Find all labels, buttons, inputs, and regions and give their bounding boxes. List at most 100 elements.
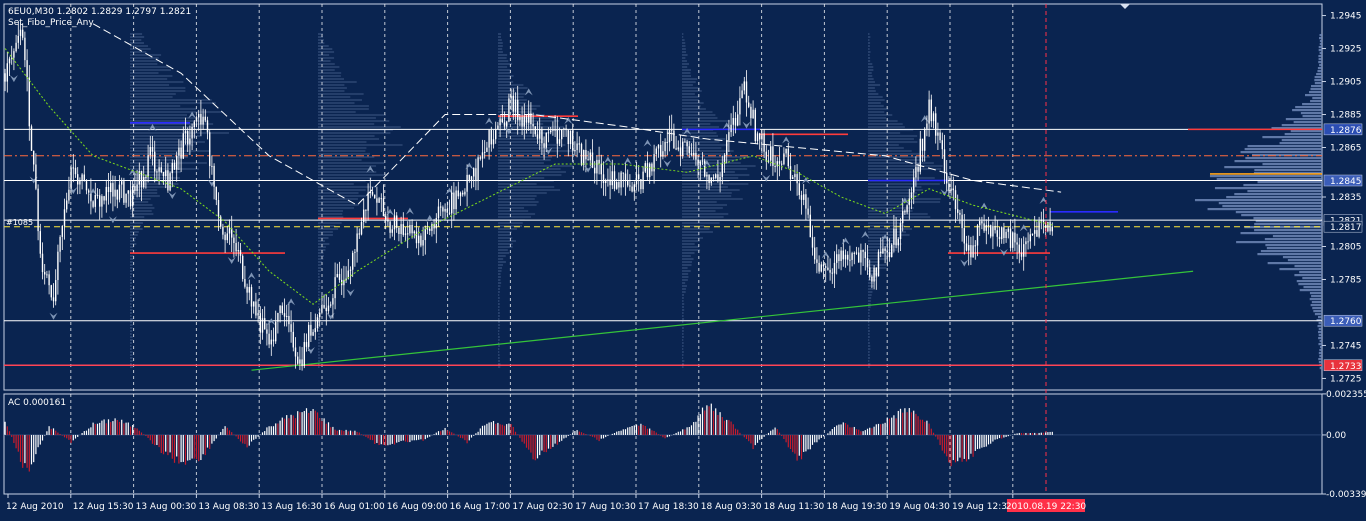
- profile-bar: [1262, 163, 1322, 166]
- price-tick-label: 1.2785: [1330, 275, 1362, 285]
- profile-bar: [1281, 124, 1322, 127]
- profile-bar: [1241, 214, 1322, 217]
- fractal-arrow-icon: [465, 162, 474, 170]
- candle-body: [50, 285, 52, 298]
- profile-bar: [1318, 328, 1322, 331]
- price-tag-label: 1.2817: [1330, 223, 1362, 233]
- candle-body: [532, 124, 534, 127]
- candle-body: [193, 121, 195, 127]
- profile-bar: [1209, 175, 1322, 178]
- profile-bar: [1317, 316, 1322, 319]
- candle-body: [286, 315, 288, 317]
- candle-body: [365, 209, 367, 211]
- candle-body: [378, 198, 380, 203]
- profile-bar: [1267, 262, 1322, 265]
- candle-body: [244, 278, 246, 287]
- candle-body: [789, 166, 792, 179]
- candle-body: [886, 250, 888, 253]
- candle-body: [871, 276, 873, 282]
- candle-body: [213, 165, 215, 187]
- chart-canvas[interactable]: 1.2945 1.2925 1.2905 1.2885 1.2865 1.2835 1.28…: [0, 0, 1366, 517]
- fractal-arrow-icon: [603, 156, 612, 164]
- candle-body: [506, 121, 508, 127]
- ac-histogram: [4, 403, 1053, 472]
- candle-body: [215, 186, 217, 201]
- profile-bar: [1284, 133, 1322, 136]
- profile-bar: [1262, 136, 1322, 139]
- candle-body: [785, 148, 787, 154]
- candle-body: [926, 123, 928, 129]
- profile-bar: [1300, 112, 1322, 115]
- candle-body: [499, 118, 501, 126]
- candle-body: [750, 106, 752, 119]
- scroll-marker-icon: [1120, 4, 1130, 9]
- candle-body: [690, 153, 693, 156]
- candle-body: [954, 190, 957, 210]
- candle-body: [838, 254, 840, 262]
- candle-body: [682, 141, 684, 156]
- candle-body: [655, 148, 657, 155]
- candle-body: [68, 189, 70, 201]
- profile-bar: [1318, 58, 1322, 61]
- candle-body: [330, 304, 332, 306]
- time-tick-label: 12 Aug 15:30: [73, 502, 134, 512]
- candle-body: [512, 95, 514, 112]
- price-tick-label: 1.2925: [1330, 45, 1362, 55]
- candle-body: [44, 272, 46, 275]
- profile-bar: [1194, 199, 1322, 202]
- fractal-arrow-icon: [485, 117, 494, 125]
- candle-body: [734, 118, 737, 126]
- candle-body: [202, 116, 204, 125]
- profile-bar: [1218, 202, 1322, 205]
- candle-body: [763, 133, 765, 152]
- profile-bar: [1317, 325, 1322, 328]
- candle-body: [572, 130, 574, 151]
- candle-body: [455, 190, 457, 210]
- fractal-arrow-icon: [9, 75, 18, 83]
- candle-body: [30, 126, 33, 151]
- candle-body: [613, 171, 616, 189]
- candle-body: [198, 113, 200, 118]
- candle-body: [151, 146, 154, 152]
- candle-body: [624, 173, 627, 182]
- profile-bar: [1224, 166, 1322, 169]
- candle-body: [275, 321, 277, 342]
- candle-body: [422, 240, 424, 246]
- fractal-arrow-icon: [188, 111, 197, 119]
- candle-body: [299, 359, 301, 364]
- candle-body: [939, 132, 941, 141]
- profile-bar: [1279, 142, 1322, 145]
- profile-bar: [1296, 280, 1322, 283]
- candle-body: [778, 161, 781, 164]
- candle-body: [171, 162, 173, 174]
- fractal-arrow-icon: [564, 117, 573, 125]
- candle-body: [222, 226, 224, 235]
- candle-body: [952, 188, 954, 191]
- candle-body: [679, 147, 682, 156]
- profile-bar: [1299, 289, 1322, 292]
- candle-body: [732, 118, 734, 125]
- profile-bar: [1216, 178, 1322, 181]
- mt4-chart-window[interactable]: 1.2945 1.2925 1.2905 1.2885 1.2865 1.2835 1.28…: [0, 0, 1366, 517]
- candle-body: [800, 195, 803, 200]
- candle-body: [730, 124, 732, 133]
- candle-body: [1007, 228, 1009, 232]
- candle-body: [26, 60, 28, 78]
- profile-bar: [1247, 190, 1322, 193]
- candle-body: [607, 179, 609, 181]
- candle-body: [959, 212, 961, 215]
- candle-body: [468, 174, 470, 181]
- candle-body: [875, 267, 877, 277]
- candle-body: [677, 147, 679, 150]
- candle-body: [545, 132, 547, 148]
- profile-bar: [1279, 268, 1322, 271]
- candle-body: [950, 188, 952, 191]
- candle-body: [96, 194, 99, 196]
- profile-bar: [1319, 43, 1322, 46]
- time-tick-label: 12 Aug 2010: [6, 502, 64, 512]
- profile-bar: [1254, 169, 1322, 172]
- candle-body: [264, 318, 266, 330]
- candle-body: [180, 147, 182, 159]
- ac-indicator-header: AC 0.000161: [8, 398, 67, 408]
- candle-body: [805, 194, 807, 209]
